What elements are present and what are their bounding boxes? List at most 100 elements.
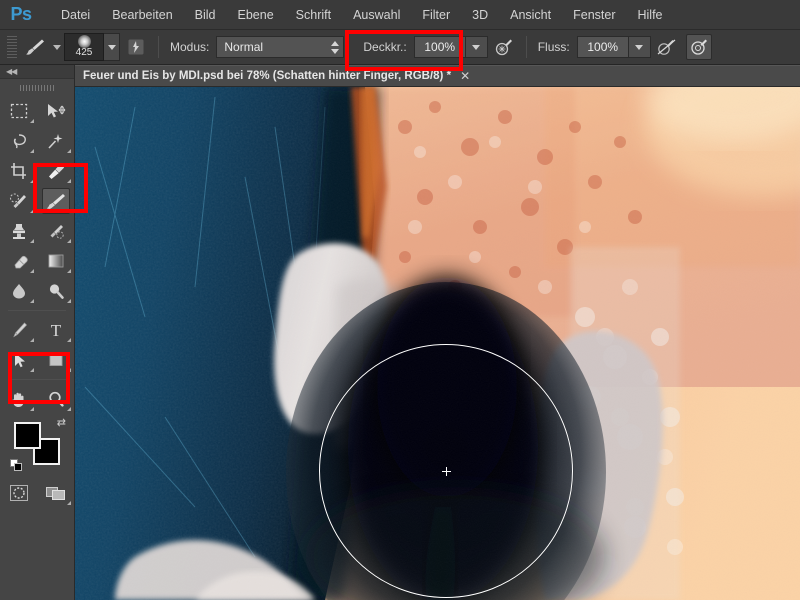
- menu-fenster[interactable]: Fenster: [562, 4, 626, 26]
- zoom-tool-icon: [42, 386, 70, 412]
- color-swatches: ⇄: [0, 416, 74, 474]
- gradient-icon: [42, 248, 70, 274]
- document-area: Feuer und Eis by MDI.psd bei 78% (Schatt…: [75, 65, 800, 600]
- menu-items: Datei Bearbeiten Bild Ebene Schrift Ausw…: [50, 4, 674, 26]
- opacity-label: Deckkr.:: [363, 40, 406, 54]
- crop-tool-icon: [5, 158, 33, 184]
- airbrush-enabled-button[interactable]: [686, 34, 712, 60]
- menu-ebene[interactable]: Ebene: [227, 4, 285, 26]
- menu-schrift[interactable]: Schrift: [285, 4, 342, 26]
- tools-divider-1: [8, 310, 66, 311]
- path-selection-icon: [5, 347, 33, 373]
- options-divider-2: [526, 36, 527, 58]
- swap-colors-icon[interactable]: ⇄: [57, 418, 66, 429]
- tool-lasso[interactable]: [0, 126, 37, 156]
- history-brush-icon: [42, 218, 70, 244]
- menu-ansicht[interactable]: Ansicht: [499, 4, 562, 26]
- blend-mode-spinner-icon: [329, 39, 340, 55]
- brush-tool-preview-icon: [22, 35, 48, 59]
- menu-auswahl[interactable]: Auswahl: [342, 4, 411, 26]
- brush-size-chip[interactable]: 425: [64, 33, 104, 61]
- rectangle-tool-icon: [42, 347, 70, 373]
- pen-tool-icon: [5, 317, 33, 343]
- document-tab[interactable]: Feuer und Eis by MDI.psd bei 78% (Schatt…: [75, 65, 800, 87]
- menu-hilfe[interactable]: Hilfe: [627, 4, 674, 26]
- tool-rectangular-marquee[interactable]: [0, 96, 37, 126]
- tools-panel-header[interactable]: ◀◀: [0, 65, 74, 79]
- menu-datei[interactable]: Datei: [50, 4, 101, 26]
- opacity-pressure-toggle[interactable]: [491, 34, 517, 60]
- flow-dropdown-button[interactable]: [629, 36, 651, 58]
- tool-options-bar: 425 Modus: Normal Deckkr.: 100%: [0, 30, 800, 65]
- tool-pen[interactable]: [0, 315, 37, 345]
- blend-mode-value: Normal: [224, 40, 263, 54]
- tool-eraser[interactable]: [0, 246, 37, 276]
- tool-hand[interactable]: [0, 384, 37, 414]
- tool-move[interactable]: [37, 96, 74, 126]
- default-colors-icon[interactable]: [10, 459, 23, 472]
- tool-path-selection[interactable]: [0, 345, 37, 375]
- quick-mask-icon: [5, 480, 33, 506]
- menu-3d[interactable]: 3D: [461, 4, 499, 26]
- menu-filter[interactable]: Filter: [411, 4, 461, 26]
- screen-mode-icon: [42, 480, 70, 506]
- tool-zoom[interactable]: [37, 384, 74, 414]
- options-bar-grip[interactable]: [7, 36, 17, 58]
- photoshop-window: Ps Datei Bearbeiten Bild Ebene Schrift A…: [0, 0, 800, 600]
- blend-mode-select[interactable]: Normal: [216, 36, 344, 58]
- brush-preset-caret-icon[interactable]: [53, 45, 61, 50]
- screen-mode-button[interactable]: [37, 478, 74, 508]
- chevron-down-icon: [472, 45, 480, 50]
- tools-panel: ◀◀: [0, 65, 75, 600]
- tool-brush[interactable]: [37, 186, 74, 216]
- tools-grid: T: [0, 96, 74, 414]
- flow-input[interactable]: 100%: [577, 36, 629, 58]
- tool-type[interactable]: T: [37, 315, 74, 345]
- brush-preset-picker-button[interactable]: [104, 33, 120, 61]
- mode-label: Modus:: [170, 40, 209, 54]
- magic-wand-icon: [42, 128, 70, 154]
- document-tab-title: Feuer und Eis by MDI.psd bei 78% (Schatt…: [83, 70, 451, 82]
- options-divider-1: [158, 36, 159, 58]
- eraser-icon: [5, 248, 33, 274]
- tool-history-brush[interactable]: [37, 216, 74, 246]
- close-icon[interactable]: ✕: [460, 70, 470, 82]
- tool-rectangle[interactable]: [37, 345, 74, 375]
- airbrush-disabled-button[interactable]: [654, 34, 680, 60]
- chevron-down-icon: [108, 45, 116, 50]
- menu-bearbeiten[interactable]: Bearbeiten: [101, 4, 183, 26]
- quick-mask-button[interactable]: [0, 478, 37, 508]
- hand-tool-icon: [5, 386, 33, 412]
- tools-panel-grip[interactable]: [0, 82, 74, 93]
- clone-stamp-icon: [5, 218, 33, 244]
- dodge-tool-icon: [42, 278, 70, 304]
- menu-bild[interactable]: Bild: [184, 4, 227, 26]
- photoshop-logo: Ps: [0, 0, 42, 30]
- canvas-artwork: [75, 87, 800, 600]
- flow-label: Fluss:: [538, 40, 570, 54]
- blur-tool-icon: [5, 278, 33, 304]
- opacity-input[interactable]: 100%: [414, 36, 466, 58]
- tool-spot-healing-brush[interactable]: [0, 186, 37, 216]
- tool-dodge[interactable]: [37, 276, 74, 306]
- type-tool-icon: T: [42, 317, 70, 343]
- tool-blur[interactable]: [0, 276, 37, 306]
- lasso-tool-icon: [5, 128, 33, 154]
- tool-gradient[interactable]: [37, 246, 74, 276]
- opacity-dropdown-button[interactable]: [466, 36, 488, 58]
- tool-eyedropper[interactable]: [37, 156, 74, 186]
- eyedropper-icon: [42, 158, 70, 184]
- collapse-panel-icon[interactable]: ◀◀: [6, 68, 16, 76]
- image-canvas[interactable]: [75, 87, 800, 600]
- tablet-pressure-size-button[interactable]: [123, 34, 149, 60]
- chevron-down-icon: [635, 45, 643, 50]
- tools-bottom-row: [0, 478, 74, 508]
- tool-crop[interactable]: [0, 156, 37, 186]
- svg-text:T: T: [50, 321, 61, 339]
- brush-tool-icon: [42, 188, 70, 214]
- rectangular-marquee-icon: [5, 98, 33, 124]
- foreground-color-swatch[interactable]: [14, 422, 41, 449]
- brush-size-value: 425: [76, 47, 93, 58]
- tool-magic-wand[interactable]: [37, 126, 74, 156]
- tool-clone-stamp[interactable]: [0, 216, 37, 246]
